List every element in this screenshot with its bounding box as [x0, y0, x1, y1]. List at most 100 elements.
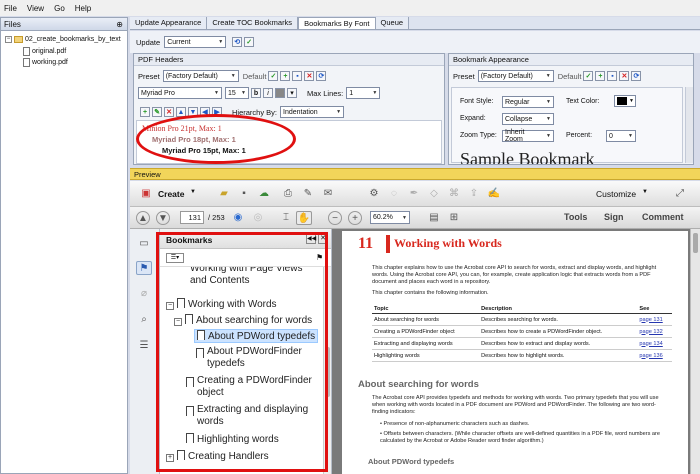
font-select[interactable]: Myriad Pro: [138, 87, 222, 99]
zoom-select[interactable]: 60.2%: [370, 211, 410, 224]
menu-file[interactable]: File: [4, 4, 17, 13]
zoom-type-select[interactable]: Inherit Zoom: [502, 129, 554, 143]
pen-icon[interactable]: ✒: [406, 187, 422, 201]
delete-icon[interactable]: ✕: [304, 71, 315, 81]
text-color-picker[interactable]: ▼: [614, 95, 636, 107]
comment-tab[interactable]: Comment: [642, 212, 684, 222]
expand-window-icon[interactable]: ⤢: [672, 187, 688, 201]
add-icon[interactable]: +: [280, 71, 291, 81]
font-select-value: Myriad Pro: [141, 89, 175, 97]
chevron-down-icon: ▼: [629, 98, 634, 104]
page-link[interactable]: page 136: [637, 349, 672, 362]
remove-header-icon[interactable]: ✕: [164, 107, 174, 117]
tab-queue[interactable]: Queue: [375, 17, 410, 29]
default-label[interactable]: Default: [558, 72, 582, 81]
next-page-icon[interactable]: ▼: [156, 211, 170, 225]
add-icon[interactable]: +: [595, 71, 606, 81]
prev-page-icon[interactable]: ▲: [136, 211, 150, 225]
chevron-down-icon[interactable]: ▼: [190, 189, 196, 195]
check-icon[interactable]: ✓: [583, 71, 594, 81]
bookmark-preset-select[interactable]: (Factory Default): [477, 70, 554, 82]
percent-input[interactable]: 0: [606, 130, 636, 142]
italic-icon[interactable]: i: [263, 88, 273, 98]
bookmark-preset-row: Preset (Factory Default) Default ✓ + ▪ ✕…: [453, 70, 642, 82]
attachments-icon[interactable]: ⌀: [136, 287, 152, 301]
tab-update-appearance[interactable]: Update Appearance: [130, 17, 208, 29]
email-icon[interactable]: ✉: [320, 187, 336, 201]
percent-label: Percent:: [566, 132, 593, 139]
page-link[interactable]: page 134: [637, 337, 672, 350]
print-icon[interactable]: ⎙: [280, 187, 296, 201]
arrow-circle-disabled-icon[interactable]: ◎: [250, 211, 266, 225]
edit-icon[interactable]: ✎: [300, 187, 316, 201]
edit-header-icon[interactable]: ✎: [152, 107, 162, 117]
pin-icon[interactable]: ⊕: [116, 18, 123, 31]
zoom-out-icon[interactable]: −: [328, 211, 342, 225]
comment-bubble-icon[interactable]: ◌: [386, 187, 402, 201]
fit-page-icon[interactable]: ▤: [426, 211, 442, 225]
open-icon[interactable]: ▰: [216, 187, 232, 201]
sign-tab[interactable]: Sign: [604, 212, 624, 222]
create-button[interactable]: Create: [158, 189, 184, 199]
refresh-icon[interactable]: ⟲: [232, 37, 243, 47]
color-swatch-icon[interactable]: [275, 88, 285, 98]
attach-icon[interactable]: ⌘: [446, 187, 462, 201]
tools-tab[interactable]: Tools: [564, 212, 587, 222]
tree-file-working[interactable]: working.pdf: [23, 58, 68, 67]
more-icon[interactable]: ▾: [287, 88, 297, 98]
appearance-settings: Font Style: Regular Text Color: ▼ Expand…: [451, 87, 683, 164]
page-thumbnails-icon[interactable]: ▭: [136, 237, 152, 251]
check-icon[interactable]: ✓: [268, 71, 279, 81]
fit-width-icon[interactable]: ⊞: [446, 211, 462, 225]
save-icon[interactable]: ▪: [236, 187, 252, 201]
pdf-file-icon: [23, 47, 30, 56]
tab-create-toc-bookmarks[interactable]: Create TOC Bookmarks: [207, 17, 299, 29]
binoculars-icon[interactable]: ⌕: [136, 313, 152, 327]
customize-button[interactable]: Customize: [596, 189, 636, 199]
zoom-in-icon[interactable]: +: [348, 211, 362, 225]
page-number-input[interactable]: 131: [180, 211, 204, 224]
default-label[interactable]: Default: [243, 72, 267, 81]
apply-icon[interactable]: ✓: [244, 37, 255, 47]
select-cursor-icon[interactable]: ⌶: [278, 211, 294, 225]
chevron-down-icon[interactable]: ▼: [642, 189, 648, 195]
font-style-select[interactable]: Regular: [502, 96, 554, 108]
size-select[interactable]: 15: [225, 87, 249, 99]
update-select[interactable]: Current: [164, 36, 227, 48]
bookmarks-icon[interactable]: ⚑: [136, 261, 152, 275]
menu-go[interactable]: Go: [54, 4, 65, 13]
document-scrollbar[interactable]: [690, 229, 700, 474]
menu-help[interactable]: Help: [75, 4, 91, 13]
scrollbar-thumb[interactable]: [693, 233, 698, 253]
save-icon[interactable]: ▪: [607, 71, 618, 81]
scrollbar[interactable]: [685, 87, 693, 163]
hierarchy-select[interactable]: Indentation: [280, 106, 345, 118]
delete-icon[interactable]: ✕: [619, 71, 630, 81]
stamp-icon[interactable]: ◇: [426, 187, 442, 201]
sync-icon[interactable]: ⟳: [316, 71, 327, 81]
expand-select[interactable]: Collapse: [502, 113, 554, 125]
create-pdf-icon: ▣: [141, 188, 151, 199]
sync-icon[interactable]: ⟳: [631, 71, 642, 81]
save-icon[interactable]: ▪: [292, 71, 303, 81]
add-header-icon[interactable]: +: [140, 107, 150, 117]
menu-view[interactable]: View: [27, 4, 44, 13]
tree-folder[interactable]: − 02_create_bookmarks_by_text: [5, 36, 121, 43]
collapse-toggle-icon[interactable]: −: [5, 36, 12, 43]
page-link[interactable]: page 131: [637, 313, 672, 326]
bold-icon[interactable]: b: [251, 88, 261, 98]
layers-icon[interactable]: ☰: [136, 339, 152, 353]
gear-icon[interactable]: ⚙: [366, 187, 382, 201]
tree-file-original[interactable]: original.pdf: [23, 47, 66, 56]
share-icon[interactable]: ⇪: [466, 187, 482, 201]
expand-label: Expand:: [460, 115, 486, 122]
max-lines-select[interactable]: 1: [346, 87, 381, 99]
tab-bookmarks-by-font[interactable]: Bookmarks By Font: [298, 17, 376, 29]
page-link[interactable]: page 132: [637, 325, 672, 338]
preset-select[interactable]: (Factory Default): [162, 70, 239, 82]
table-cell: Highlighting words: [372, 349, 480, 362]
cloud-upload-icon[interactable]: ☁: [256, 187, 272, 201]
hand-tool-icon[interactable]: ✋: [296, 211, 312, 225]
sign-icon[interactable]: ✍: [486, 187, 502, 201]
arrow-circle-icon[interactable]: ◉: [230, 211, 246, 225]
